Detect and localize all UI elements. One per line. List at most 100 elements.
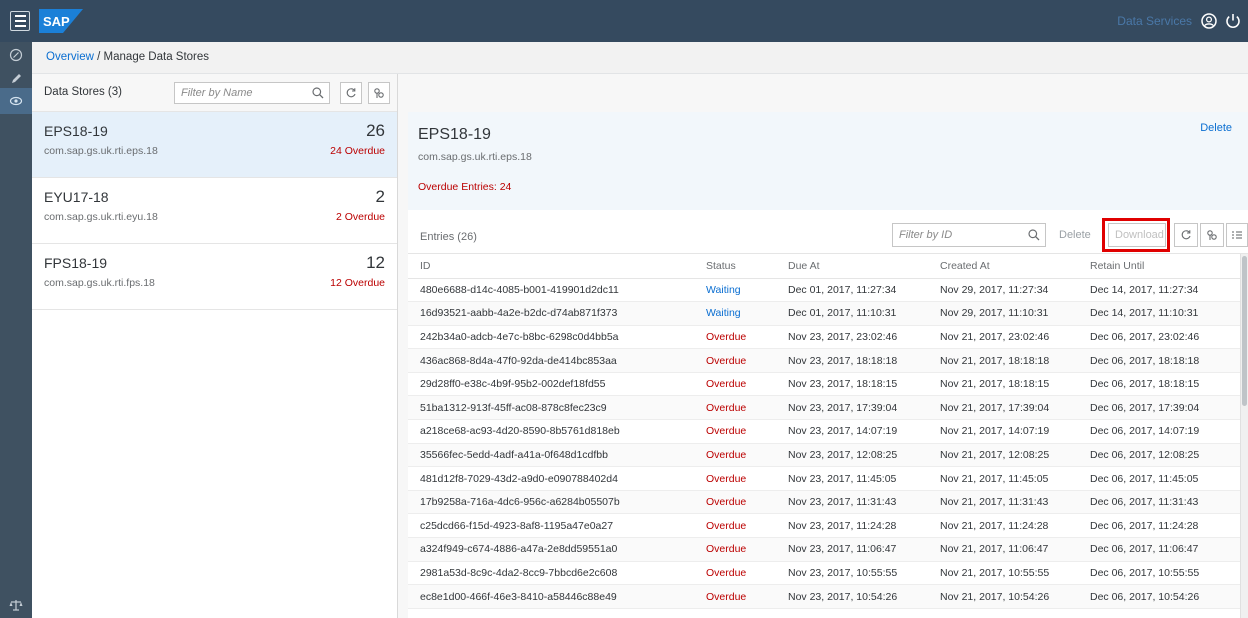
cell-status: Overdue <box>694 419 776 444</box>
sap-logo[interactable]: SAP <box>39 9 83 33</box>
cell-retain-until: Dec 06, 2017, 14:07:19 <box>1078 419 1240 444</box>
cell-id: 480e6688-d14c-4085-b001-419901d2dc11 <box>408 278 694 303</box>
column-header-retain-until[interactable]: Retain Until <box>1078 254 1240 279</box>
column-header-due-at[interactable]: Due At <box>776 254 928 279</box>
cell-due-at: Nov 23, 2017, 11:31:43 <box>776 490 928 515</box>
logo-text: SAP <box>43 14 70 29</box>
table-row[interactable]: 51ba1312-913f-45ff-ac08-878c8fec23c9 Over… <box>408 395 1240 421</box>
data-store-item[interactable]: EYU17-18 com.sap.gs.uk.rti.eyu.18 2 2 Ov… <box>32 178 397 244</box>
cell-created-at: Nov 21, 2017, 11:06:47 <box>928 537 1078 562</box>
detail-pane: EPS18-19 com.sap.gs.uk.rti.eps.18 Overdu… <box>398 74 1248 618</box>
settings-icon <box>374 88 384 98</box>
table-row[interactable]: 29d28ff0-e38c-4b9f-95b2-002def18fd55 Over… <box>408 372 1240 397</box>
table-row[interactable]: c25dcd66-f15d-4923-8af8-1195a47e0a27 Over… <box>408 513 1240 539</box>
refresh-entries-button[interactable] <box>1174 223 1198 247</box>
cell-id: 242b34a0-adcb-4e7c-b8bc-6298c0d4bb5a <box>408 325 694 350</box>
data-store-count: 26 <box>366 121 385 140</box>
cell-retain-until: Dec 06, 2017, 11:24:28 <box>1078 513 1240 539</box>
table-row[interactable]: a218ce68-ac93-4d20-8590-8b5761d818eb Over… <box>408 419 1240 444</box>
refresh-icon <box>346 88 356 98</box>
cell-created-at: Nov 21, 2017, 10:54:26 <box>928 584 1078 609</box>
cell-status: Overdue <box>694 561 776 586</box>
column-header-created-at[interactable]: Created At <box>928 254 1078 279</box>
cell-status: Overdue <box>694 443 776 468</box>
cell-created-at: Nov 29, 2017, 11:27:34 <box>928 278 1078 303</box>
cell-retain-until: Dec 06, 2017, 18:18:15 <box>1078 372 1240 397</box>
cell-due-at: Nov 23, 2017, 11:06:47 <box>776 537 928 562</box>
cell-status: Overdue <box>694 537 776 562</box>
cell-created-at: Nov 21, 2017, 11:31:43 <box>928 490 1078 515</box>
data-store-item[interactable]: EPS18-19 com.sap.gs.uk.rti.eps.18 26 24 … <box>32 112 397 178</box>
table-row[interactable]: 242b34a0-adcb-4e7c-b8bc-6298c0d4bb5a Over… <box>408 325 1240 350</box>
cell-id: 51ba1312-913f-45ff-ac08-878c8fec23c9 <box>408 395 694 421</box>
cell-created-at: Nov 21, 2017, 11:24:28 <box>928 513 1078 539</box>
user-icon[interactable] <box>1200 12 1218 30</box>
overdue-entries-attribute: Overdue Entries: 24 <box>418 181 512 193</box>
table-scrollbar[interactable] <box>1240 254 1248 618</box>
cell-status: Waiting <box>694 278 776 303</box>
data-services-link[interactable]: Data Services <box>1117 14 1192 28</box>
filter-by-name-input[interactable]: Filter by Name <box>174 82 330 104</box>
cell-status: Overdue <box>694 348 776 373</box>
group-button[interactable] <box>1226 223 1248 247</box>
data-store-id: com.sap.gs.uk.rti.eyu.18 <box>44 211 158 223</box>
table-row[interactable]: 480e6688-d14c-4085-b001-419901d2dc11 Wait… <box>408 278 1240 303</box>
breadcrumb: Overview / Manage Data Stores <box>32 42 1248 74</box>
search-icon[interactable] <box>1027 228 1041 242</box>
table-row[interactable]: 35566fec-5edd-4adf-a41a-0f648d1cdfbb Over… <box>408 443 1240 468</box>
table-row[interactable]: 436ac868-8d4a-47f0-92da-de414bc853aa Over… <box>408 348 1240 373</box>
data-store-name: EPS18-19 <box>44 123 108 139</box>
table-row[interactable]: 481d12f8-7029-43d2-a9d0-e090788402d4 Over… <box>408 466 1240 491</box>
cell-created-at: Nov 21, 2017, 14:07:19 <box>928 419 1078 444</box>
table-row[interactable]: 2981a53d-8c9c-4da2-8cc9-7bbcd6e2c608 Over… <box>408 561 1240 586</box>
power-icon[interactable] <box>1224 12 1242 30</box>
table-row[interactable]: a324f949-c674-4886-a47a-2e8dd59551a0 Over… <box>408 537 1240 562</box>
filter-by-id-placeholder: Filter by ID <box>899 229 953 241</box>
refresh-icon <box>1181 230 1191 240</box>
entries-settings-button[interactable] <box>1200 223 1224 247</box>
cell-due-at: Nov 23, 2017, 11:45:05 <box>776 466 928 491</box>
refresh-button[interactable] <box>340 82 362 104</box>
settings-icon <box>1207 230 1217 240</box>
cell-id: c25dcd66-f15d-4923-8af8-1195a47e0a27 <box>408 513 694 539</box>
table-row[interactable]: 17b9258a-716a-4dc6-956c-a6284b05507b Over… <box>408 490 1240 515</box>
column-header-id[interactable]: ID <box>408 254 694 279</box>
search-icon[interactable] <box>311 86 325 100</box>
delete-data-store-button[interactable]: Delete <box>1200 122 1232 134</box>
eye-icon[interactable] <box>0 88 32 114</box>
scale-icon[interactable] <box>0 592 32 618</box>
data-store-name: FPS18-19 <box>44 255 108 271</box>
cell-status: Overdue <box>694 325 776 350</box>
cell-retain-until: Dec 06, 2017, 17:39:04 <box>1078 395 1240 421</box>
cell-retain-until: Dec 06, 2017, 11:45:05 <box>1078 466 1240 491</box>
data-store-count: 2 <box>375 187 385 206</box>
cell-retain-until: Dec 06, 2017, 11:31:43 <box>1078 490 1240 515</box>
cell-created-at: Nov 21, 2017, 12:08:25 <box>928 443 1078 468</box>
cell-due-at: Nov 23, 2017, 18:18:18 <box>776 348 928 373</box>
settings-button[interactable] <box>368 82 390 104</box>
data-store-id: com.sap.gs.uk.rti.eps.18 <box>44 145 158 157</box>
data-store-item[interactable]: FPS18-19 com.sap.gs.uk.rti.fps.18 12 12 … <box>32 244 397 310</box>
menu-icon[interactable] <box>10 11 30 31</box>
cell-created-at: Nov 21, 2017, 17:39:04 <box>928 395 1078 421</box>
table-row[interactable]: 16d93521-aabb-4a2e-b2dc-d74ab871f373 Wait… <box>408 301 1240 326</box>
delete-entries-button[interactable]: Delete <box>1052 223 1098 247</box>
entries-table-container: Entries (26) Filter by ID Delete Downloa… <box>408 210 1248 618</box>
cell-due-at: Nov 23, 2017, 12:08:25 <box>776 443 928 468</box>
compass-icon[interactable] <box>0 42 32 68</box>
table-row[interactable]: ec8e1d00-466f-46e3-8410-a58446c88e49 Over… <box>408 584 1240 609</box>
entries-toolbar: Entries (26) Filter by ID Delete Downloa… <box>408 210 1248 254</box>
breadcrumb-separator: / <box>97 51 101 63</box>
cell-status: Overdue <box>694 513 776 539</box>
column-header-status[interactable]: Status <box>694 254 776 279</box>
download-button[interactable]: Download <box>1108 223 1166 247</box>
scrollbar-thumb[interactable] <box>1242 256 1247 406</box>
cell-created-at: Nov 21, 2017, 11:45:05 <box>928 466 1078 491</box>
data-store-name: EYU17-18 <box>44 189 109 205</box>
cell-id: 17b9258a-716a-4dc6-956c-a6284b05507b <box>408 490 694 515</box>
cell-id: 481d12f8-7029-43d2-a9d0-e090788402d4 <box>408 466 694 491</box>
cell-due-at: Nov 23, 2017, 14:07:19 <box>776 419 928 444</box>
filter-by-id-input[interactable]: Filter by ID <box>892 223 1046 247</box>
cell-id: 35566fec-5edd-4adf-a41a-0f648d1cdfbb <box>408 443 694 468</box>
breadcrumb-overview-link[interactable]: Overview <box>46 51 94 63</box>
